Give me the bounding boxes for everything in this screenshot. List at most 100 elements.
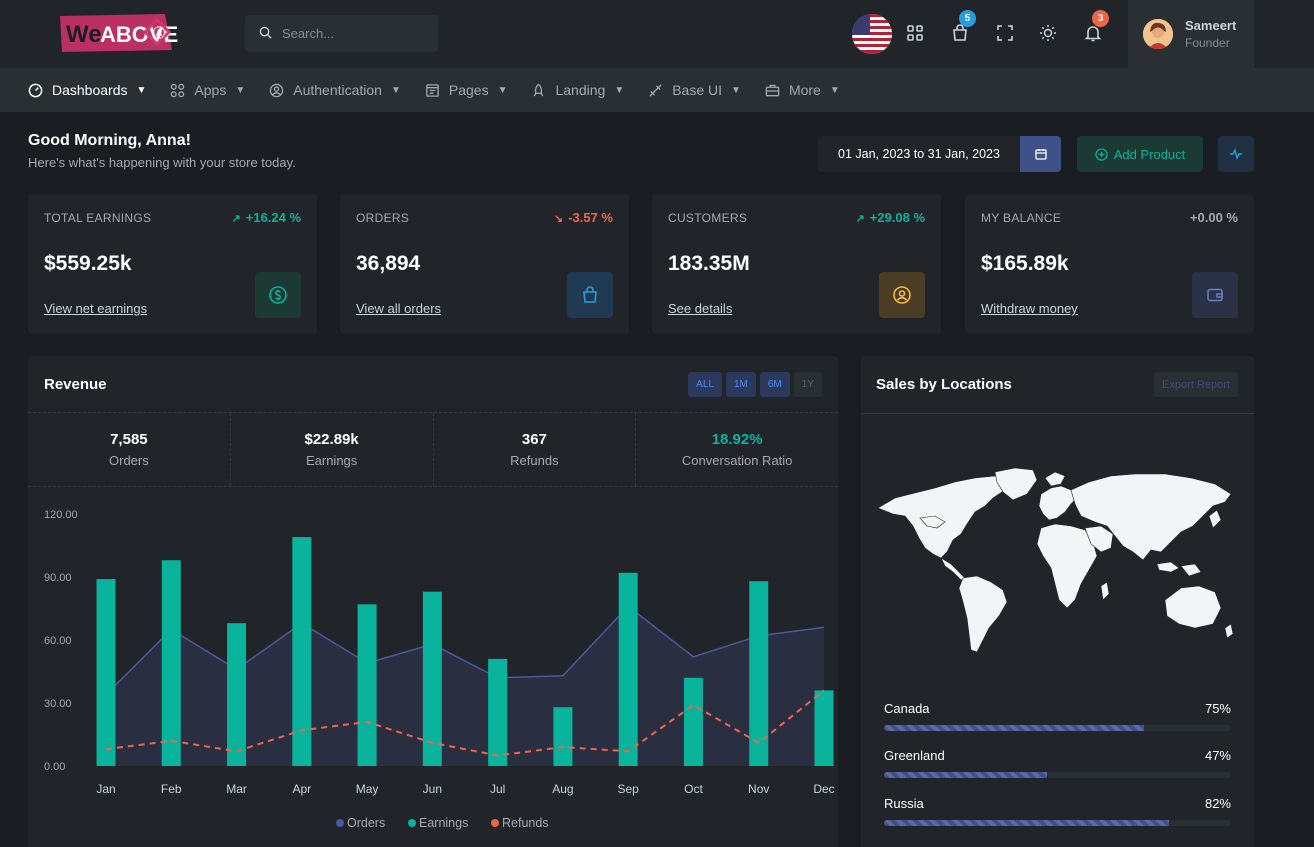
notification-badge: 3 [1092, 10, 1109, 27]
stat-label: Orders [109, 453, 149, 468]
calendar-button[interactable] [1020, 136, 1061, 172]
language-flag-icon[interactable] [852, 14, 892, 54]
legend-label: Refunds [502, 816, 549, 830]
revenue-card: Revenue ALL 1M 6M 1Y 7,585 Orders $22.89… [28, 356, 838, 847]
search-icon [259, 26, 272, 42]
export-report-button[interactable]: Export Report [1154, 372, 1238, 397]
fullscreen-icon[interactable] [992, 20, 1018, 46]
earnings-bar [292, 537, 312, 766]
kpi-value: $559.25k [44, 252, 132, 275]
stat-conversion-ratio: 18.92% Conversation Ratio [636, 413, 838, 486]
nav-item-authentication[interactable]: Authentication ▼ [269, 82, 401, 98]
user-menu[interactable]: Sameert Founder [1128, 0, 1254, 68]
stat-value: 18.92% [711, 431, 763, 448]
search-input[interactable]: Search... [245, 15, 438, 52]
nav-item-more[interactable]: More ▼ [765, 82, 840, 98]
earnings-bar [683, 677, 703, 766]
x-tick-label: Jun [423, 782, 442, 796]
chevron-down-icon: ▼ [731, 84, 741, 96]
stat-label: Conversation Ratio [681, 453, 793, 468]
brand-logo[interactable]: We ABOVE Ⓐ [40, 10, 180, 54]
x-tick-label: Jan [96, 782, 115, 796]
nav-item-pages[interactable]: Pages ▼ [425, 82, 508, 98]
view-all-orders-link[interactable]: View all orders [356, 301, 441, 316]
earnings-bar [96, 579, 116, 766]
nav-label: Apps [194, 82, 227, 98]
filter-6m-button[interactable]: 6M [759, 372, 790, 397]
x-tick-label: Aug [552, 782, 573, 796]
nav-item-base-ui[interactable]: Base UI ▼ [648, 82, 741, 98]
kpi-label: CUSTOMERS [668, 211, 748, 225]
apps-grid-icon[interactable] [902, 20, 928, 46]
arrow-up-right-icon: ↗ [231, 213, 241, 225]
withdraw-money-link[interactable]: Withdraw money [981, 301, 1078, 316]
stat-orders: 7,585 Orders [28, 413, 231, 486]
kpi-value: 36,894 [356, 252, 421, 275]
filter-all-button[interactable]: ALL [688, 372, 722, 397]
kpi-change: +0.00 % [1189, 210, 1238, 225]
y-tick-label: 60.00 [44, 635, 72, 647]
revenue-period-filters: ALL 1M 6M 1Y [688, 372, 822, 397]
page-subtitle: Here's what's happening with your store … [28, 155, 296, 170]
nav-label: Pages [448, 82, 489, 98]
kpi-card-total-earnings: TOTAL EARNINGS ↗ +16.24 % $559.25k View n… [28, 194, 317, 334]
notifications-button[interactable]: 3 [1080, 10, 1109, 46]
date-range-input[interactable]: 01 Jan, 2023 to 31 Jan, 2023 [818, 136, 1020, 172]
progress-bar [884, 772, 1231, 778]
kpi-change: ↗ +29.08 % [855, 210, 925, 225]
wallet-icon [1192, 272, 1238, 318]
activity-button[interactable] [1218, 136, 1254, 172]
search-placeholder: Search... [282, 26, 335, 41]
main-navbar: Dashboards ▼ Apps ▼ Authentication ▼ Pag… [0, 68, 1314, 112]
arrow-up-right-icon: ↗ [855, 213, 865, 225]
view-net-earnings-link[interactable]: View net earnings [44, 301, 147, 316]
arrow-down-right-icon: ↘ [553, 213, 564, 225]
topbar: We ABOVE Ⓐ Search... 5 3 Sameert Founder [0, 0, 1314, 68]
plus-circle-icon [1095, 147, 1108, 161]
chevron-down-icon: ▼ [614, 84, 625, 96]
shopping-bag-icon [567, 272, 613, 318]
x-tick-label: Feb [161, 782, 182, 796]
location-row: Canada 75% [884, 701, 1231, 731]
x-tick-label: Nov [748, 782, 769, 796]
kpi-change-value: +29.08 % [869, 210, 925, 225]
location-name: Greenland [884, 748, 945, 763]
location-percent: 75% [1204, 701, 1231, 716]
earnings-bar [488, 658, 508, 766]
filter-1y-button[interactable]: 1Y [793, 372, 822, 397]
progress-bar [884, 725, 1231, 731]
page-header: Good Morning, Anna! Here's what's happen… [28, 132, 296, 170]
legend-marker [336, 819, 344, 827]
chevron-down-icon: ▼ [497, 84, 508, 96]
location-row: Greenland 47% [884, 748, 1231, 778]
x-tick-label: Jul [490, 782, 505, 796]
nav-item-landing[interactable]: Landing ▼ [531, 82, 624, 98]
stat-value: 367 [521, 431, 547, 448]
nav-item-apps[interactable]: Apps ▼ [170, 82, 245, 98]
theme-toggle-sun-icon[interactable] [1035, 20, 1061, 46]
filter-1m-button[interactable]: 1M [725, 372, 756, 397]
stat-label: Refunds [510, 453, 559, 468]
progress-bar [884, 820, 1231, 826]
avatar [1143, 19, 1173, 49]
kpi-label: ORDERS [356, 211, 410, 225]
nav-label: More [788, 82, 821, 98]
revenue-title: Revenue [44, 376, 107, 393]
chevron-down-icon: ▼ [390, 84, 401, 96]
chevron-down-icon: ▼ [235, 84, 246, 96]
kpi-label: MY BALANCE [981, 211, 1062, 225]
world-map[interactable] [875, 468, 1239, 658]
nav-item-dashboards[interactable]: Dashboards ▼ [28, 82, 146, 98]
location-percent: 82% [1204, 796, 1231, 811]
see-details-link[interactable]: See details [668, 301, 732, 316]
x-tick-label: Mar [226, 782, 247, 796]
cart-button[interactable]: 5 [947, 10, 976, 46]
location-name: Russia [884, 796, 924, 811]
kpi-card-my-balance: MY BALANCE +0.00 % $165.89k Withdraw mon… [965, 194, 1254, 334]
add-product-button[interactable]: Add Product [1077, 136, 1203, 172]
nav-label: Authentication [293, 82, 382, 98]
location-percent: 47% [1204, 748, 1231, 763]
legend-marker [491, 819, 499, 827]
pencil-ruler-icon [648, 83, 663, 98]
svg-text:We: We [66, 21, 102, 48]
